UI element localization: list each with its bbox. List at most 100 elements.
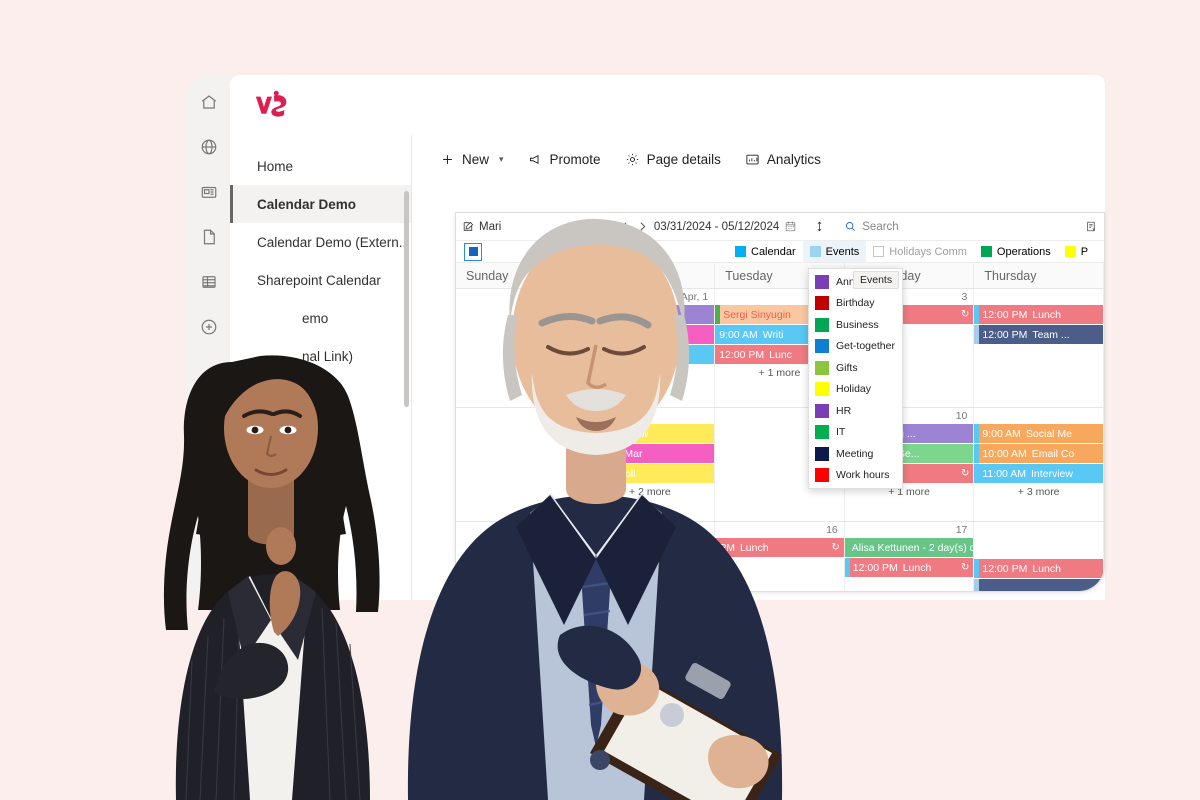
category-label: Birthday: [836, 297, 875, 310]
arrows-vertical-icon: [817, 221, 822, 232]
category-item-meeting[interactable]: Meeting: [809, 443, 902, 465]
category-label: HR: [836, 404, 852, 417]
category-swatch: [815, 274, 829, 289]
news-icon[interactable]: [196, 179, 222, 205]
event-time: 12:00 PM: [982, 308, 1028, 321]
command-bar: New ▾ Promote Page details Analytics: [413, 135, 1105, 183]
document-icon[interactable]: [196, 224, 222, 250]
plus-icon: [443, 154, 452, 164]
day-number: 17: [955, 524, 968, 536]
event-title: Team ...: [1032, 328, 1070, 341]
event-category-bar: [974, 444, 980, 463]
event-category-bar: [974, 424, 980, 443]
category-item-birthday[interactable]: Birthday: [809, 293, 902, 315]
legend-swatch: [809, 246, 821, 257]
globe-icon[interactable]: [196, 134, 222, 160]
category-label: Holiday: [836, 383, 872, 396]
category-swatch: [815, 468, 829, 483]
search-icon: [846, 222, 856, 231]
analytics-label: Analytics: [766, 151, 821, 167]
calendar-event[interactable]: 12:00 PM Lunch: [974, 305, 1103, 324]
day-header-thursday: Thursday: [974, 263, 1104, 288]
calendar-event: [974, 538, 1103, 558]
day-number: [974, 408, 1103, 424]
legend-chip-holidays-comm[interactable]: Holidays Comm: [866, 241, 974, 262]
category-item-gifts[interactable]: Gifts: [809, 357, 902, 379]
day-cell[interactable]: 12:00 PM Lunch: [974, 522, 1104, 591]
calendar-event[interactable]: 10:00 AM Email Co: [974, 444, 1103, 463]
category-label: Business: [836, 318, 879, 331]
category-item-work-hours[interactable]: Work hours: [809, 465, 902, 487]
event-title: Lunch: [1032, 562, 1061, 575]
legend-chip-operations[interactable]: Operations: [974, 241, 1058, 262]
legend-chip-events[interactable]: Events: [802, 241, 867, 262]
event-title: Lunch: [902, 561, 932, 574]
calendar-event[interactable]: 9:00 AM Social Me: [974, 424, 1103, 443]
day-cell[interactable]: 9:00 AM Social Me 10:00 AM Email Co 11:0…: [974, 408, 1104, 521]
category-swatch: [815, 317, 829, 332]
category-label: Work hours: [836, 469, 890, 482]
sidebar-item-home[interactable]: Home: [230, 147, 411, 185]
nav-label: Calendar Demo (Extern...: [257, 234, 411, 250]
new-button[interactable]: New ▾: [440, 152, 504, 167]
promote-label: Promote: [549, 151, 601, 167]
legend-chip-p[interactable]: P: [1058, 241, 1095, 262]
page-details-label: Page details: [646, 151, 721, 167]
recurring-icon: ↻: [960, 309, 970, 320]
category-item-hr[interactable]: HR: [809, 400, 902, 422]
event-category-bar: [974, 559, 980, 578]
calendar-event[interactable]: [974, 579, 1103, 591]
event-time: 10:00 AM: [982, 447, 1027, 460]
category-item-it[interactable]: IT: [809, 422, 902, 444]
recurring-icon: ↻: [960, 562, 970, 573]
event-time: 11:00 AM: [982, 467, 1026, 480]
recurring-icon: ↻: [831, 542, 840, 553]
day-number: [974, 289, 1103, 305]
calendar-event[interactable]: 12:00 PM Team ...: [974, 325, 1103, 344]
event-title: Interview: [1030, 467, 1073, 480]
event-category-bar: [844, 558, 850, 577]
search-box[interactable]: Search: [844, 220, 899, 233]
more-events-link[interactable]: + 3 more: [974, 484, 1103, 501]
list-icon[interactable]: [196, 269, 222, 295]
event-time: 12:00 PM: [852, 561, 898, 574]
event-category-bar: [974, 325, 980, 344]
chevron-down-icon[interactable]: ▾: [499, 154, 504, 165]
category-item-holiday[interactable]: Holiday: [809, 379, 902, 401]
page-details-button[interactable]: Page details: [625, 152, 721, 167]
event-time: 9:00 AM: [982, 427, 1021, 440]
category-swatch: [815, 425, 829, 440]
home-icon[interactable]: [196, 89, 222, 115]
category-item-get-together[interactable]: Get-together: [809, 336, 902, 358]
legend-label: Operations: [996, 245, 1051, 258]
event-time: 12:00 PM: [982, 328, 1028, 341]
category-item-business[interactable]: Business: [809, 314, 902, 336]
category-dropdown-menu[interactable]: Anniv Birthday Business Get-together Gif…: [808, 268, 903, 489]
category-swatch: [815, 403, 829, 418]
legend-label: Holidays Comm: [889, 245, 967, 258]
event-category-bar: [974, 464, 980, 483]
sidebar-item-sharepoint-calendar[interactable]: Sharepoint Calendar: [230, 261, 411, 299]
gear-icon: [626, 153, 638, 165]
legend-swatch: [980, 246, 992, 257]
event-category-bar: [974, 305, 980, 324]
category-label: Get-together: [836, 340, 895, 353]
day-number: [974, 522, 1103, 538]
day-cell[interactable]: 17 Alisa Kettunen - 2 day(s) off 12:00 P…: [844, 522, 975, 591]
all-day-event[interactable]: Alisa Kettunen - 2 day(s) off: [844, 538, 974, 557]
calendar-event[interactable]: 11:00 AM Interview: [974, 464, 1103, 483]
day-cell[interactable]: 12:00 PM Lunch 12:00 PM Team ...: [974, 289, 1104, 407]
calendar-event[interactable]: 12:00 PM Lunch ↻: [844, 558, 974, 577]
sidebar-item-calendar-demo[interactable]: Calendar Demo: [230, 185, 411, 223]
legend-label: P: [1080, 245, 1089, 258]
calendar-event[interactable]: 12:00 PM Lunch: [974, 559, 1103, 578]
promote-button[interactable]: Promote: [528, 152, 601, 167]
filter-list-button[interactable]: [1085, 220, 1098, 233]
analytics-button[interactable]: Analytics: [745, 152, 821, 167]
person-man-photo: [407, 218, 783, 800]
expand-rows-button[interactable]: [813, 220, 826, 233]
category-swatch: [815, 360, 829, 375]
person-woman-photo: [163, 355, 380, 800]
sidebar-item-calendar-demo-external[interactable]: Calendar Demo (Extern...: [230, 223, 411, 261]
vs-logo[interactable]: [253, 89, 291, 123]
